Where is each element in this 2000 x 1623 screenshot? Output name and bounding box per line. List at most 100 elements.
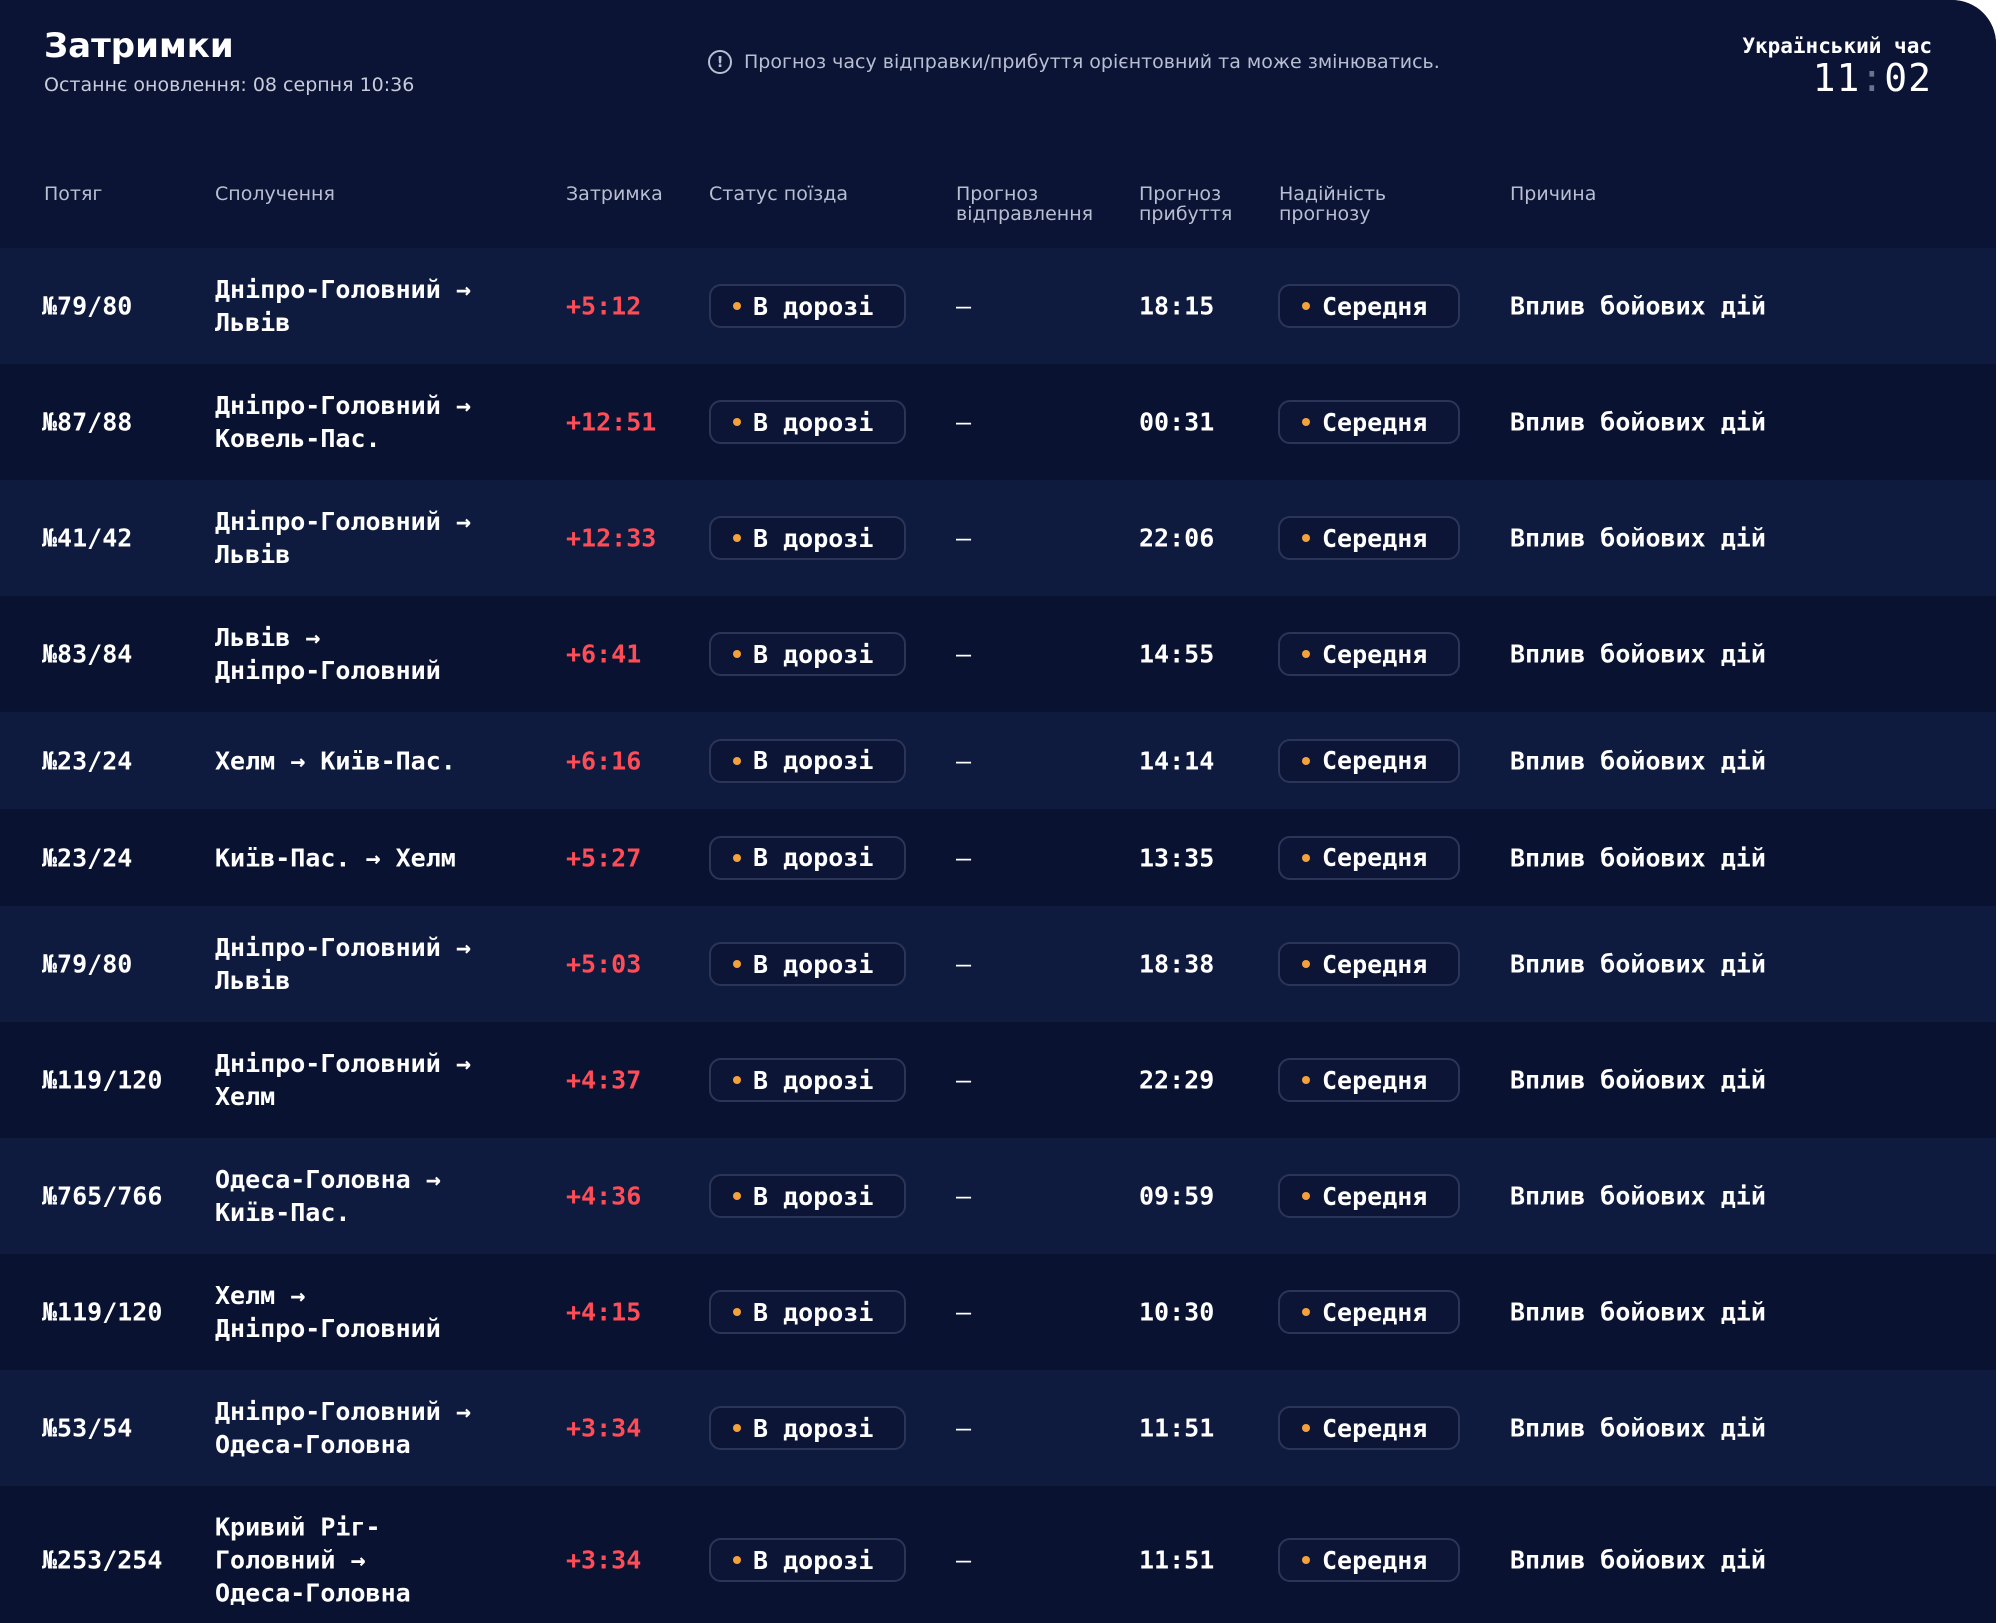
notice-text: Прогноз часу відправки/прибуття орієнтов… <box>744 51 1440 73</box>
reliability-dot-icon <box>1302 853 1310 862</box>
reliability-text: Середня <box>1322 1545 1428 1575</box>
table-row[interactable]: №23/24 Київ-Пас. → Хелм +5:27 В дорозі — 13:3… <box>0 809 1996 906</box>
delays-table-body: №79/80 Дніпро-Головний → Львів +5:12 В доро… <box>0 248 1996 1623</box>
train-number: №23/24 <box>42 843 133 872</box>
route: Дніпро-Головний → Хелм <box>215 1049 471 1111</box>
status-badge: В дорозі <box>709 284 906 328</box>
status-badge: В дорозі <box>709 835 906 880</box>
reliability-badge: Середня <box>1278 284 1460 328</box>
arrival-forecast: 18:38 <box>1139 949 1215 979</box>
train-number: №253/254 <box>42 1545 163 1575</box>
table-row[interactable]: №765/766 Одеса-Головна → Київ-Пас. +4:36 В … <box>0 1138 1996 1254</box>
reliability-dot-icon <box>1302 960 1310 968</box>
status-badge: В дорозі <box>709 632 906 676</box>
route: Дніпро-Головний → Львів <box>215 507 471 569</box>
arrival-forecast: 14:55 <box>1139 639 1215 669</box>
departure-forecast: — <box>956 1545 972 1575</box>
reliability-text: Середня <box>1322 949 1428 979</box>
col-route: Сполучення <box>215 183 335 205</box>
train-number: №41/42 <box>42 523 133 553</box>
reliability-text: Середня <box>1322 291 1428 321</box>
delay-reason: Вплив бойових дій <box>1510 523 1766 553</box>
info-icon: ! <box>708 50 732 74</box>
delay-value: +4:15 <box>566 1297 642 1327</box>
reliability-badge: Середня <box>1278 1538 1460 1582</box>
route: Київ-Пас. → Хелм <box>215 843 456 872</box>
reliability-text: Середня <box>1322 843 1428 872</box>
delay-reason: Вплив бойових дій <box>1510 843 1766 872</box>
reliability-badge: Середня <box>1278 1406 1460 1450</box>
status-text: В дорозі <box>753 407 874 437</box>
status-text: В дорозі <box>753 639 874 669</box>
reliability-badge: Середня <box>1278 738 1460 783</box>
reliability-dot-icon <box>1302 650 1310 658</box>
table-row[interactable]: №87/88 Дніпро-Головний → Ковель-Пас. +12:5… <box>0 364 1996 480</box>
table-row[interactable]: №119/120 Хелм → Дніпро-Головний +4:15 В дор… <box>0 1254 1996 1370</box>
reliability-dot-icon <box>1302 1076 1310 1084</box>
delay-reason: Вплив бойових дій <box>1510 1181 1766 1211</box>
status-dot-icon <box>733 960 741 968</box>
status-badge: В дорозі <box>709 942 906 986</box>
route: Кривий Ріг- Головний → Одеса-Головна <box>215 1512 411 1608</box>
delay-value: +4:37 <box>566 1065 642 1095</box>
status-dot-icon <box>733 418 741 426</box>
reliability-dot-icon <box>1302 1308 1310 1316</box>
departure-forecast: — <box>956 843 972 872</box>
table-row[interactable]: №83/84 Львів → Дніпро-Головний +6:41 В доро… <box>0 596 1996 712</box>
table-row[interactable]: №79/80 Дніпро-Головний → Львів +5:03 В доро… <box>0 906 1996 1022</box>
col-delay: Затримка <box>566 183 663 205</box>
arrival-forecast: 18:15 <box>1139 291 1215 321</box>
clock-label: Український час <box>1742 34 1932 58</box>
reliability-dot-icon <box>1302 418 1310 426</box>
forecast-notice: ! Прогноз часу відправки/прибуття орієнт… <box>708 50 1440 74</box>
col-arr-forecast: Прогноз прибуття <box>1139 183 1233 225</box>
departure-forecast: — <box>956 639 972 669</box>
table-row[interactable]: №253/254 Кривий Ріг- Головний → Одеса-Гол… <box>0 1486 1996 1623</box>
departure-forecast: — <box>956 1413 972 1443</box>
reliability-badge: Середня <box>1278 942 1460 986</box>
status-dot-icon <box>733 1556 741 1564</box>
route: Дніпро-Головний → Ковель-Пас. <box>215 391 471 453</box>
departure-forecast: — <box>956 407 972 437</box>
reliability-dot-icon <box>1302 1556 1310 1564</box>
status-badge: В дорозі <box>709 1174 906 1218</box>
table-row[interactable]: №23/24 Хелм → Київ-Пас. +6:16 В дорозі — 14:1… <box>0 712 1996 809</box>
table-row[interactable]: №41/42 Дніпро-Головний → Львів +12:33 В дор… <box>0 480 1996 596</box>
reliability-badge: Середня <box>1278 400 1460 444</box>
table-row[interactable]: №119/120 Дніпро-Головний → Хелм +4:37 В дор… <box>0 1022 1996 1138</box>
arrival-forecast: 09:59 <box>1139 1181 1215 1211</box>
route: Дніпро-Головний → Львів <box>215 933 471 995</box>
reliability-badge: Середня <box>1278 835 1460 880</box>
status-dot-icon <box>733 534 741 542</box>
delay-value: +3:34 <box>566 1413 642 1443</box>
delay-value: +5:03 <box>566 949 642 979</box>
table-row[interactable]: №79/80 Дніпро-Головний → Львів +5:12 В доро… <box>0 248 1996 364</box>
board-header: Затримки Останнє оновлення: 08 серпня 10… <box>0 0 1996 137</box>
train-number: №119/120 <box>42 1065 163 1095</box>
table-row[interactable]: №53/54 Дніпро-Головний → Одеса-Головна +3:… <box>0 1370 1996 1486</box>
reliability-text: Середня <box>1322 1413 1428 1443</box>
reliability-text: Середня <box>1322 1297 1428 1327</box>
route: Дніпро-Головний → Одеса-Головна <box>215 1397 471 1459</box>
status-dot-icon <box>733 853 741 862</box>
status-badge: В дорозі <box>709 400 906 444</box>
delay-value: +12:51 <box>566 407 657 437</box>
status-text: В дорозі <box>753 1065 874 1095</box>
status-dot-icon <box>733 1308 741 1316</box>
status-badge: В дорозі <box>709 1058 906 1102</box>
status-badge: В дорозі <box>709 1290 906 1334</box>
status-badge: В дорозі <box>709 516 906 560</box>
departure-forecast: — <box>956 1297 972 1327</box>
route: Одеса-Головна → Київ-Пас. <box>215 1165 441 1227</box>
train-number: №119/120 <box>42 1297 163 1327</box>
train-number: №79/80 <box>42 949 133 979</box>
delay-value: +3:34 <box>566 1545 642 1575</box>
arrival-forecast: 00:31 <box>1139 407 1215 437</box>
clock-separator: : <box>1860 56 1885 100</box>
delay-value: +12:33 <box>566 523 657 553</box>
col-reliability: Надійність прогнозу <box>1279 183 1387 225</box>
delay-value: +5:27 <box>566 843 642 872</box>
reliability-text: Середня <box>1322 1065 1428 1095</box>
status-dot-icon <box>733 1424 741 1432</box>
reliability-text: Середня <box>1322 523 1428 553</box>
